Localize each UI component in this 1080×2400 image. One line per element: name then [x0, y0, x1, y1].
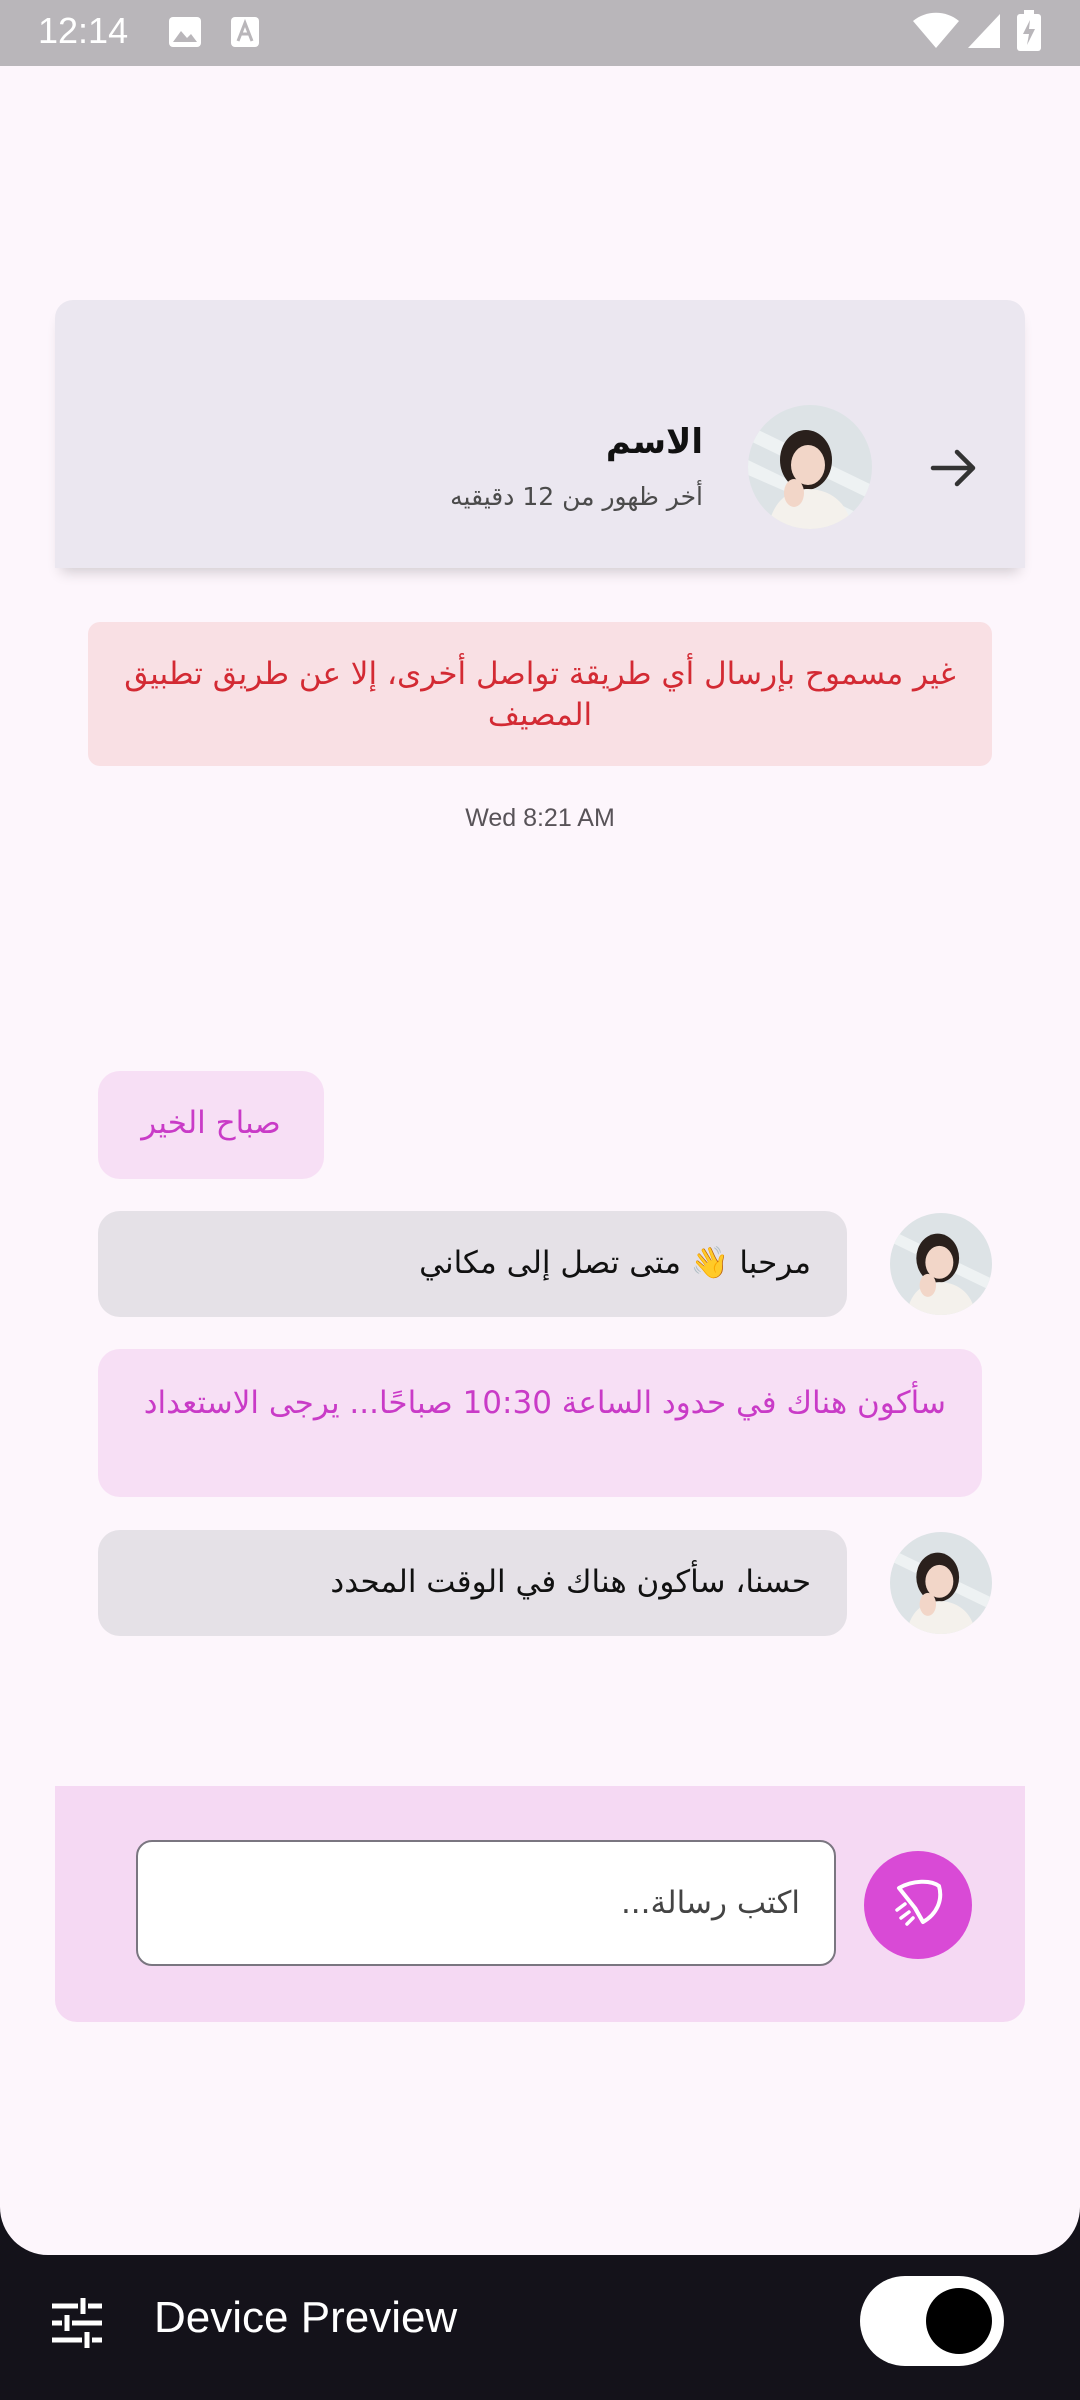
contact-name: الاسم	[605, 422, 703, 462]
battery-icon	[1016, 10, 1042, 56]
font-icon	[230, 16, 260, 52]
send-icon	[889, 1874, 947, 1936]
contact-avatar[interactable]	[748, 405, 872, 529]
message-bubble-sent[interactable]: صباح الخير	[98, 1071, 324, 1179]
send-button[interactable]	[864, 1851, 972, 1959]
toggle-knob	[926, 2288, 992, 2354]
message-bubble-received[interactable]: مرحبا 👋 متى تصل إلى مكاني	[98, 1211, 847, 1317]
status-bar: 12:14	[0, 0, 1080, 66]
last-seen-text: أخر ظهور من 12 دقيقيه	[450, 482, 703, 511]
message-bubble-sent[interactable]: سأكون هناك في حدود الساعة 10:30 صباحًا..…	[98, 1349, 982, 1497]
sender-avatar[interactable]	[890, 1532, 992, 1634]
warning-notice: غير مسموح بإرسال أي طريقة تواصل أخرى، إل…	[88, 622, 992, 766]
tune-icon[interactable]	[48, 2294, 106, 2352]
wifi-icon	[912, 12, 960, 54]
signal-icon	[966, 12, 1002, 54]
message-composer	[55, 1786, 1025, 2022]
message-bubble-received[interactable]: حسنا، سأكون هناك في الوقت المحدد	[98, 1530, 847, 1636]
image-icon	[168, 16, 202, 52]
device-preview-toggle[interactable]	[860, 2276, 1004, 2366]
arrow-right-icon[interactable]	[923, 438, 983, 498]
chat-header: الاسم أخر ظهور من 12 دقيقيه	[55, 300, 1025, 568]
app-screen: 12:14 الاسم أخر ظهور من 12 دقيقيه غير مس…	[0, 0, 1080, 2255]
message-timestamp: Wed 8:21 AM	[465, 804, 615, 832]
sender-avatar[interactable]	[890, 1213, 992, 1315]
message-input[interactable]	[136, 1840, 836, 1966]
device-preview-label: Device Preview	[154, 2293, 458, 2342]
status-time: 12:14	[38, 10, 129, 51]
